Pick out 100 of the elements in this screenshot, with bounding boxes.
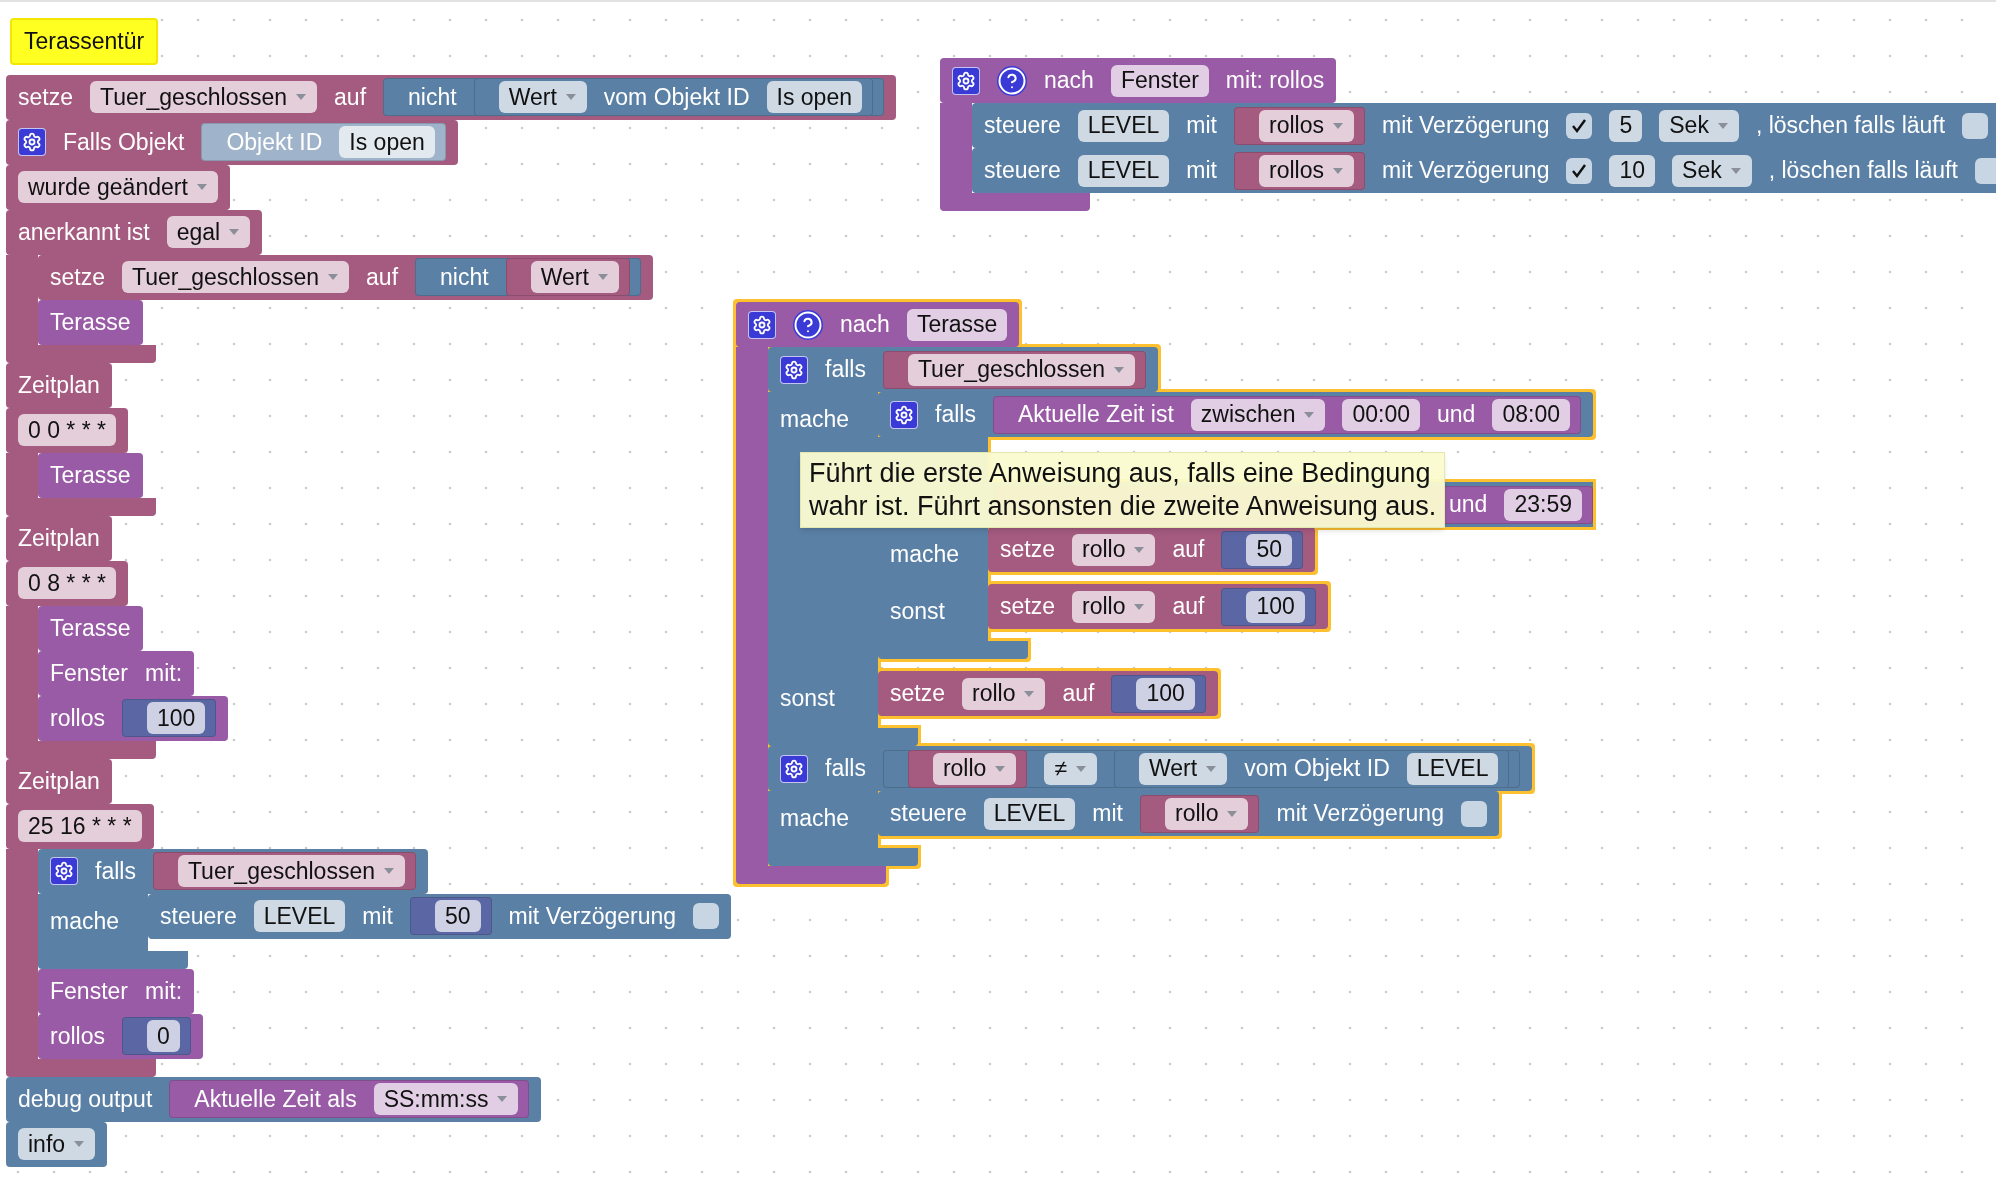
settings-icon[interactable] — [780, 355, 808, 384]
block-label: anerkannt ist — [18, 217, 150, 247]
text-field[interactable]: 100 — [1246, 590, 1305, 623]
dropdown[interactable]: Wert — [1139, 752, 1228, 785]
block-label: Aktuelle Zeit als — [194, 1084, 357, 1114]
value-block[interactable]: nicht Wert vom Objekt ID Is open — [383, 78, 884, 116]
block-label: Aktuelle Zeit ist — [1017, 400, 1174, 430]
dropdown[interactable]: Sek — [1672, 154, 1752, 187]
dropdown[interactable]: rollos — [1259, 154, 1354, 187]
text-field[interactable]: Terasse — [906, 308, 1008, 341]
block-label: mit — [362, 901, 393, 931]
comment-bubble[interactable]: Terassentür — [10, 18, 159, 65]
checkbox[interactable] — [1566, 112, 1593, 139]
value-block[interactable]: 100 — [121, 699, 217, 737]
dropdown[interactable]: egal — [166, 216, 251, 248]
value-block[interactable]: Wert vom Objekt ID Is open — [473, 78, 873, 116]
text-field[interactable]: 0 8 * * * — [18, 567, 116, 599]
value-block[interactable]: rollo — [1140, 794, 1260, 833]
block-label: setze — [18, 82, 73, 112]
text-field[interactable]: Is open — [766, 81, 862, 113]
value-block[interactable]: Wert vom Objekt ID LEVEL — [1114, 749, 1510, 788]
value-block[interactable]: 0 — [121, 1017, 191, 1055]
value-block[interactable]: rollos — [1234, 106, 1365, 145]
text-field[interactable]: LEVEL — [983, 797, 1076, 830]
text-field[interactable]: 25 16 * * * — [18, 810, 142, 842]
block-label: Terasse — [50, 460, 131, 490]
dropdown[interactable]: SS:mm:ss — [373, 1083, 519, 1115]
block-label: steuere — [160, 901, 237, 931]
value-block[interactable]: 100 — [1221, 587, 1316, 626]
dropdown[interactable]: Wert — [530, 261, 619, 293]
settings-icon[interactable] — [890, 400, 918, 429]
dropdown[interactable]: rollo — [962, 677, 1046, 710]
dropdown[interactable]: info — [18, 1128, 96, 1160]
caret-icon — [1331, 121, 1344, 130]
value-block[interactable]: Wert — [505, 258, 630, 296]
value-block[interactable]: Tuer_geschlossen — [152, 852, 416, 890]
value-block[interactable]: 100 — [1111, 674, 1206, 713]
dropdown[interactable]: rollo — [1165, 797, 1249, 830]
text-field[interactable]: 10 — [1609, 154, 1656, 187]
text-field[interactable]: 100 — [1136, 677, 1195, 710]
dropdown[interactable]: rollos — [1259, 109, 1354, 142]
text-field[interactable]: 5 — [1609, 109, 1643, 142]
dropdown[interactable]: Tuer_geschlossen — [907, 353, 1135, 386]
dropdown[interactable]: Sek — [1659, 109, 1739, 142]
block-label: steuere — [984, 156, 1061, 186]
block-label: Zeitplan — [18, 766, 100, 796]
dropdown[interactable]: ≠ — [1044, 752, 1097, 785]
dropdown[interactable]: Wert — [498, 81, 587, 113]
block-label: mache — [780, 805, 850, 831]
dropdown[interactable]: Tuer_geschlossen — [177, 855, 405, 887]
dropdown[interactable]: rollo — [1072, 590, 1156, 623]
text-field[interactable]: 0 0 * * * — [18, 414, 116, 446]
checkbox[interactable] — [1566, 157, 1593, 184]
caret-icon — [327, 273, 340, 281]
dropdown[interactable]: zwischen — [1190, 398, 1326, 431]
dropdown[interactable]: rollo — [932, 752, 1017, 785]
text-field[interactable]: LEVEL — [1077, 109, 1170, 142]
help-icon[interactable] — [997, 65, 1027, 96]
settings-icon[interactable] — [18, 128, 46, 156]
text-field[interactable]: 23:59 — [1504, 488, 1582, 521]
dropdown[interactable]: wurde geändert — [18, 171, 218, 203]
help-icon[interactable] — [793, 309, 823, 340]
value-block[interactable]: Aktuelle Zeit ist zwischen 00:00 und 08:00 — [992, 395, 1581, 434]
checkbox[interactable] — [693, 903, 720, 929]
dropdown[interactable]: rollo — [1072, 533, 1156, 566]
caret-icon — [1716, 121, 1729, 130]
text-field[interactable]: 08:00 — [1492, 398, 1570, 431]
block-label: und — [1449, 490, 1488, 520]
settings-icon[interactable] — [952, 66, 980, 95]
value-block[interactable]: Tuer_geschlossen — [882, 350, 1146, 389]
checkbox[interactable] — [1962, 112, 1989, 139]
value-block[interactable]: Objekt ID Is open — [201, 123, 446, 161]
value-block[interactable]: rollos — [1234, 151, 1365, 190]
text-field[interactable]: 50 — [1246, 533, 1293, 566]
checkbox[interactable] — [1460, 800, 1487, 827]
text-field[interactable]: 00:00 — [1342, 398, 1421, 431]
text-field[interactable]: 50 — [435, 900, 481, 932]
value-block[interactable]: 50 — [1221, 530, 1304, 569]
text-field[interactable]: 0 — [146, 1020, 180, 1052]
caret-icon — [1226, 809, 1239, 818]
value-block[interactable]: Aktuelle Zeit als SS:mm:ss — [169, 1080, 530, 1118]
text-field[interactable]: Is open — [339, 126, 435, 158]
block-label: mit — [1092, 799, 1123, 829]
value-block[interactable]: 50 — [410, 897, 492, 935]
block-label: falls — [935, 400, 976, 430]
text-field[interactable]: LEVEL — [1077, 154, 1170, 187]
checkbox[interactable] — [1974, 157, 1996, 184]
text-field[interactable]: 100 — [146, 702, 206, 734]
settings-icon[interactable] — [780, 754, 808, 783]
dropdown[interactable]: Tuer_geschlossen — [122, 261, 350, 293]
value-block[interactable]: rollo ≠ Wert vom Objekt ID LEVEL — [882, 749, 1521, 788]
text-field[interactable]: Fenster — [1110, 64, 1209, 97]
dropdown[interactable]: Tuer_geschlossen — [90, 81, 318, 113]
value-block[interactable]: rollo — [907, 749, 1028, 788]
text-field[interactable]: LEVEL — [1406, 752, 1499, 785]
tooltip: Führt die erste Anweisung aus, falls eine Bedingung wahr ist. Führt ansonsten die zweite Anweisung aus. — [800, 452, 1446, 528]
text-field[interactable]: LEVEL — [253, 900, 346, 932]
settings-icon[interactable] — [748, 310, 776, 339]
value-block[interactable]: nicht Wert — [415, 258, 641, 296]
settings-icon[interactable] — [50, 857, 78, 885]
